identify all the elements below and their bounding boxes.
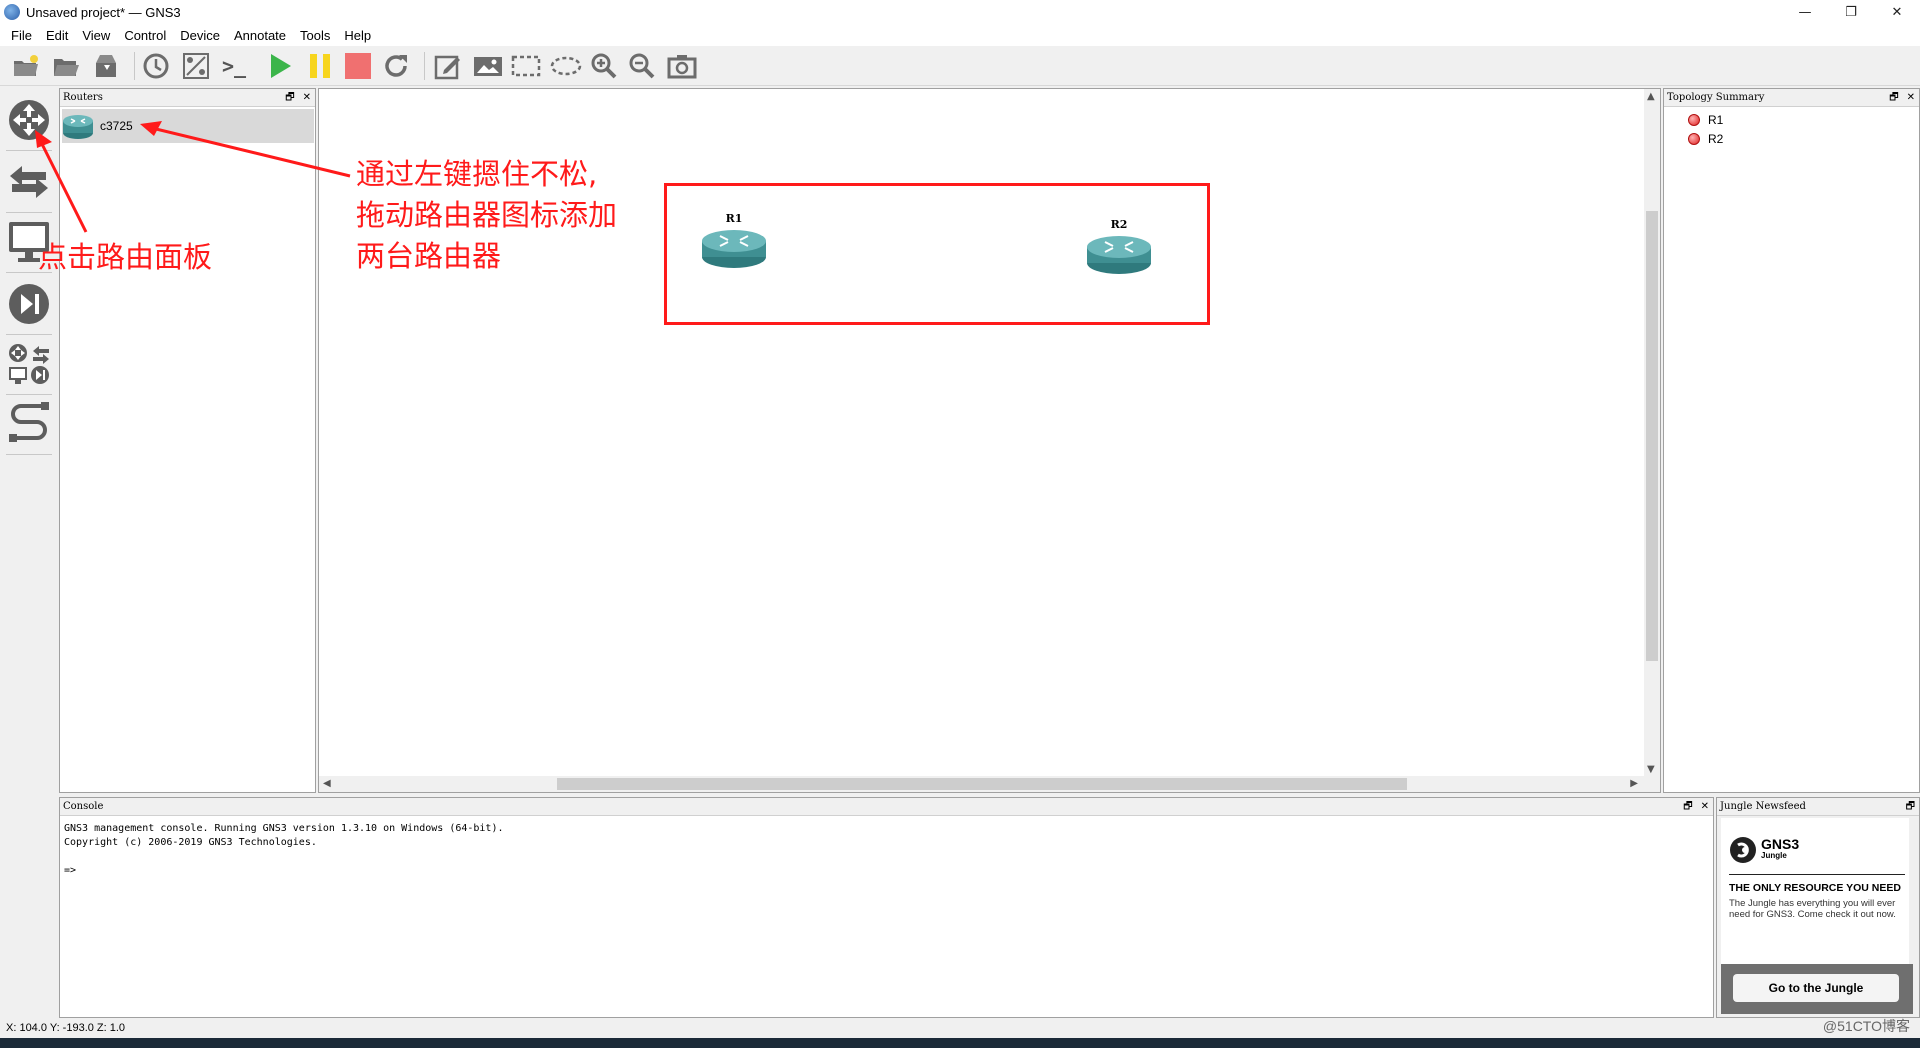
minimize-button[interactable]: — [1782, 0, 1828, 24]
zoom-out-icon[interactable] [626, 51, 658, 81]
restore-button[interactable]: ❐ [1828, 0, 1874, 24]
gns3-logo-icon [1730, 837, 1756, 863]
add-note-icon[interactable] [432, 51, 464, 81]
cursor-coordinates: X: 104.0 Y: -193.0 Z: 1.0 [6, 1022, 126, 1034]
annotation-box [664, 183, 1210, 325]
horizontal-scroll-thumb[interactable] [557, 778, 1407, 790]
jungle-panel-header: Jungle Newsfeed 🗗 [1717, 798, 1919, 816]
annotation-arrows [35, 121, 351, 233]
all-devices-icon[interactable] [6, 338, 52, 390]
undock-icon[interactable]: 🗗 [1889, 89, 1898, 107]
stopped-status-icon [1688, 133, 1700, 145]
console-output[interactable]: GNS3 management console. Running GNS3 ve… [64, 822, 504, 878]
gns3-window: Unsaved project* — GNS3 — ❐ ✕ File Edit … [0, 0, 1920, 1048]
windows-taskbar [0, 1038, 1920, 1048]
draw-ellipse-icon[interactable] [550, 51, 582, 81]
jungle-headline: THE ONLY RESOURCE YOU NEED [1729, 882, 1901, 894]
jungle-body: The Jungle has everything you will ever … [1729, 898, 1896, 920]
jungle-newsfeed-panel: Jungle Newsfeed 🗗 GNS3 Jungle THE ONLY R… [1716, 797, 1920, 1018]
console-panel-header: Console 🗗 ✕ [60, 798, 1713, 816]
scroll-up-icon[interactable]: ▲ [1647, 91, 1655, 102]
zoom-in-icon[interactable] [588, 51, 620, 81]
scroll-right-icon[interactable]: ▶ [1630, 778, 1638, 789]
topology-item-r1[interactable]: R1 [1688, 113, 1723, 127]
watermark: @51CTO博客 [1822, 1018, 1910, 1034]
draw-rectangle-icon[interactable] [510, 51, 542, 81]
canvas-horizontal-scrollbar[interactable]: ◀ ▶ [319, 776, 1660, 792]
topology-item-label: R2 [1708, 132, 1724, 146]
screenshot-icon[interactable] [666, 51, 698, 81]
close-button[interactable]: ✕ [1874, 0, 1920, 24]
vertical-scroll-thumb[interactable] [1646, 211, 1658, 661]
undock-icon[interactable]: 🗗 [1906, 798, 1915, 816]
undock-icon[interactable]: 🗗 [1683, 798, 1692, 816]
canvas-vertical-scrollbar[interactable]: ▲ ▼ [1644, 89, 1660, 777]
status-bar: X: 104.0 Y: -193.0 Z: 1.0 [0, 1018, 1920, 1038]
add-link-icon[interactable] [6, 398, 52, 450]
topology-panel-title: Topology Summary [1667, 92, 1765, 103]
topology-item-r2[interactable]: R2 [1688, 132, 1723, 146]
insert-picture-icon[interactable] [472, 51, 504, 81]
topology-summary-panel: Topology Summary 🗗 ✕ R1 R2 [1663, 88, 1920, 793]
console-panel: Console 🗗 ✕ GNS3 management console. Runn… [59, 797, 1714, 1018]
scroll-left-icon[interactable]: ◀ [323, 778, 331, 789]
console-panel-title: Console [63, 801, 104, 812]
jungle-content: GNS3 Jungle THE ONLY RESOURCE YOU NEED T… [1721, 818, 1913, 1014]
jungle-footer: Go to the Jungle [1721, 964, 1913, 1014]
gns3-jungle-logo: GNS3 Jungle [1729, 836, 1799, 864]
close-icon[interactable]: ✕ [1701, 798, 1709, 816]
topology-item-label: R1 [1708, 113, 1724, 127]
go-to-jungle-button[interactable]: Go to the Jungle [1733, 974, 1899, 1002]
stopped-status-icon [1688, 114, 1700, 126]
window-controls: — ❐ ✕ [1782, 0, 1920, 24]
logo-main-text: GNS3 [1761, 836, 1800, 852]
topology-panel-header: Topology Summary 🗗 ✕ [1664, 89, 1919, 107]
close-icon[interactable]: ✕ [1907, 89, 1915, 107]
jungle-panel-title: Jungle Newsfeed [1720, 801, 1806, 812]
scroll-down-icon[interactable]: ▼ [1647, 764, 1655, 775]
security-devices-icon[interactable] [6, 278, 52, 330]
